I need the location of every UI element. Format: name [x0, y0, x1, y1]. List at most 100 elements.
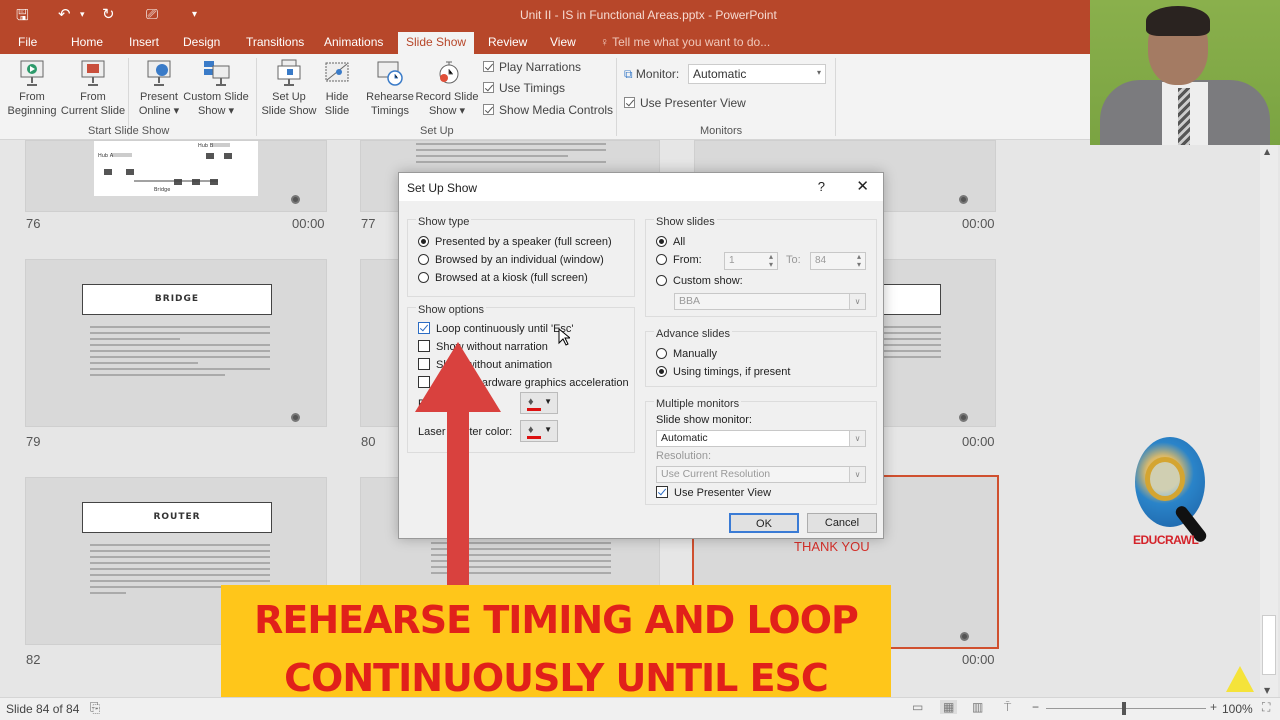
- ok-button[interactable]: OK: [729, 513, 799, 533]
- slide-screen-icon: [81, 60, 105, 86]
- slide-sorter-view-icon[interactable]: ▦: [940, 700, 958, 714]
- set-up-slide-show-button[interactable]: Set Up Slide Show: [260, 58, 318, 118]
- accessibility-icon[interactable]: ⎘: [90, 700, 100, 716]
- tab-review[interactable]: Review: [488, 35, 527, 49]
- tab-file[interactable]: File: [18, 35, 37, 49]
- svg-text:Bridge: Bridge: [154, 187, 170, 193]
- setup-show-icon: [277, 59, 301, 86]
- scroll-down-icon[interactable]: ▼: [1264, 686, 1270, 695]
- rehearse-timings-icon: [377, 61, 403, 86]
- pen-color-button[interactable]: ♦ ▼: [520, 392, 558, 414]
- tab-transitions[interactable]: Transitions: [246, 35, 304, 49]
- play-narrations-checkbox[interactable]: Play Narrations: [483, 60, 581, 74]
- advance-manually-radio[interactable]: Manually: [656, 348, 717, 360]
- scroll-up-icon[interactable]: ▲: [1264, 147, 1270, 156]
- from-slides-radio[interactable]: From:: [656, 254, 702, 266]
- undo-dropdown-icon[interactable]: ▾: [80, 10, 85, 20]
- ribbon: From Beginning From Current Slide Presen…: [0, 54, 1090, 140]
- webcam-overlay: [1090, 0, 1280, 145]
- from-beginning-button[interactable]: From Beginning: [4, 58, 60, 118]
- separator: [616, 58, 617, 136]
- hide-slide-button[interactable]: Hide Slide: [318, 58, 356, 118]
- redo-icon[interactable]: ↻: [102, 5, 115, 23]
- help-icon[interactable]: ?: [818, 179, 825, 194]
- resolution-dropdown[interactable]: Use Current Resolution ∨: [656, 466, 866, 483]
- undo-icon[interactable]: ↶: [58, 5, 71, 23]
- slide-title: THANK YOU: [794, 539, 870, 554]
- slide-show-monitor-dropdown[interactable]: Automatic ∨: [656, 430, 866, 447]
- zoom-out-icon[interactable]: −: [1032, 700, 1039, 714]
- use-timings-checkbox[interactable]: Use Timings: [483, 81, 565, 95]
- tab-insert[interactable]: Insert: [129, 35, 159, 49]
- chevron-down-icon: ▼: [544, 397, 552, 406]
- custom-show-dropdown[interactable]: BBA ∨: [674, 293, 866, 310]
- advance-using-timings-radio[interactable]: Using timings, if present: [656, 366, 790, 378]
- monitor-dropdown[interactable]: Automatic ▾: [688, 64, 826, 84]
- tab-animations[interactable]: Animations: [324, 35, 383, 49]
- from-current-slide-button[interactable]: From Current Slide: [60, 58, 126, 118]
- to-slide-input[interactable]: 84: [810, 252, 866, 270]
- save-icon[interactable]: 🖫: [16, 5, 29, 30]
- window-title: Unit II - IS in Functional Areas.pptx - …: [520, 8, 777, 22]
- laser-color-button[interactable]: ♦ ▼: [520, 420, 558, 442]
- zoom-in-icon[interactable]: +: [1210, 700, 1217, 714]
- lightbulb-icon: ♀: [600, 35, 613, 49]
- play-screen-icon: [20, 60, 44, 86]
- group-label-start: Start Slide Show: [88, 125, 170, 137]
- to-label: To:: [786, 254, 801, 266]
- fit-to-window-icon[interactable]: ⛶: [1262, 700, 1270, 715]
- slide-thumbnail-76[interactable]: Bridge Hub A Hub B: [25, 140, 327, 212]
- vertical-scrollbar[interactable]: ▲ ▼: [1260, 145, 1278, 697]
- zoom-level[interactable]: 100%: [1222, 702, 1253, 716]
- advance-slides-group: Advance slides Manually Using timings, i…: [645, 328, 877, 387]
- from-slide-input[interactable]: 1: [724, 252, 778, 270]
- rehearse-timings-button[interactable]: Rehearse Timings: [364, 58, 416, 118]
- presentation-icon[interactable]: ⎚: [146, 5, 158, 23]
- tab-view[interactable]: View: [550, 35, 576, 49]
- animation-icon: [959, 413, 968, 422]
- slide-time: 00:00: [962, 216, 995, 231]
- loop-continuously-checkbox[interactable]: Loop continuously until 'Esc': [418, 322, 574, 335]
- slide-show-view-icon[interactable]: ⍑: [1004, 700, 1011, 715]
- network-diagram-image: Bridge Hub A Hub B: [94, 141, 258, 196]
- separator: [835, 58, 836, 136]
- record-slide-show-button[interactable]: Record Slide Show ▾: [414, 58, 480, 118]
- custom-slide-show-button[interactable]: Custom Slide Show ▾: [181, 58, 251, 118]
- browsed-at-kiosk-radio[interactable]: Browsed at a kiosk (full screen): [418, 272, 588, 284]
- zoom-slider-thumb[interactable]: [1122, 702, 1126, 715]
- zoom-slider-track[interactable]: [1046, 708, 1206, 709]
- all-slides-radio[interactable]: All: [656, 236, 685, 248]
- slide-title: BRIDGE: [82, 284, 272, 315]
- checkbox-icon: [483, 61, 494, 72]
- slide-show-monitor-label: Slide show monitor:: [656, 414, 752, 426]
- tab-design[interactable]: Design: [183, 35, 220, 49]
- normal-view-icon[interactable]: ▭: [912, 700, 923, 714]
- slide-counter: Slide 84 of 84: [6, 702, 80, 716]
- multiple-monitors-group: Multiple monitors Slide show monitor: Au…: [645, 398, 877, 505]
- slide-number: 80: [361, 434, 376, 449]
- reading-view-icon[interactable]: ▥: [972, 700, 983, 714]
- presented-by-speaker-radio[interactable]: Presented by a speaker (full screen): [418, 236, 612, 248]
- customize-icon[interactable]: ▾: [192, 9, 197, 20]
- watermark-logo-icon: [1226, 666, 1254, 692]
- mouse-cursor-icon: [558, 328, 570, 346]
- use-presenter-view-checkbox[interactable]: Use Presenter View: [624, 96, 746, 110]
- slide-number: 79: [26, 434, 41, 449]
- custom-show-radio[interactable]: Custom show:: [656, 275, 743, 287]
- cancel-button[interactable]: Cancel: [807, 513, 877, 533]
- close-icon[interactable]: ✕: [856, 177, 869, 195]
- show-media-controls-checkbox[interactable]: Show Media Controls: [483, 103, 613, 117]
- slide-thumbnail-79[interactable]: BRIDGE: [25, 259, 327, 427]
- svg-text:Hub B: Hub B: [198, 143, 214, 149]
- browsed-by-individual-radio[interactable]: Browsed by an individual (window): [418, 254, 604, 266]
- tab-slide-show[interactable]: Slide Show: [398, 32, 475, 54]
- dialog-use-presenter-view-checkbox[interactable]: Use Presenter View: [656, 486, 771, 499]
- hide-slide-icon: [325, 62, 349, 82]
- chevron-down-icon: ▾: [816, 68, 821, 77]
- tell-me-box[interactable]: ♀ Tell me what you want to do...: [600, 35, 770, 49]
- magnifier-icon: [1145, 457, 1185, 501]
- tab-home[interactable]: Home: [71, 35, 103, 49]
- animation-icon: [959, 195, 968, 204]
- scroll-thumb[interactable]: [1262, 615, 1276, 675]
- present-online-button[interactable]: Present Online ▾: [136, 58, 182, 118]
